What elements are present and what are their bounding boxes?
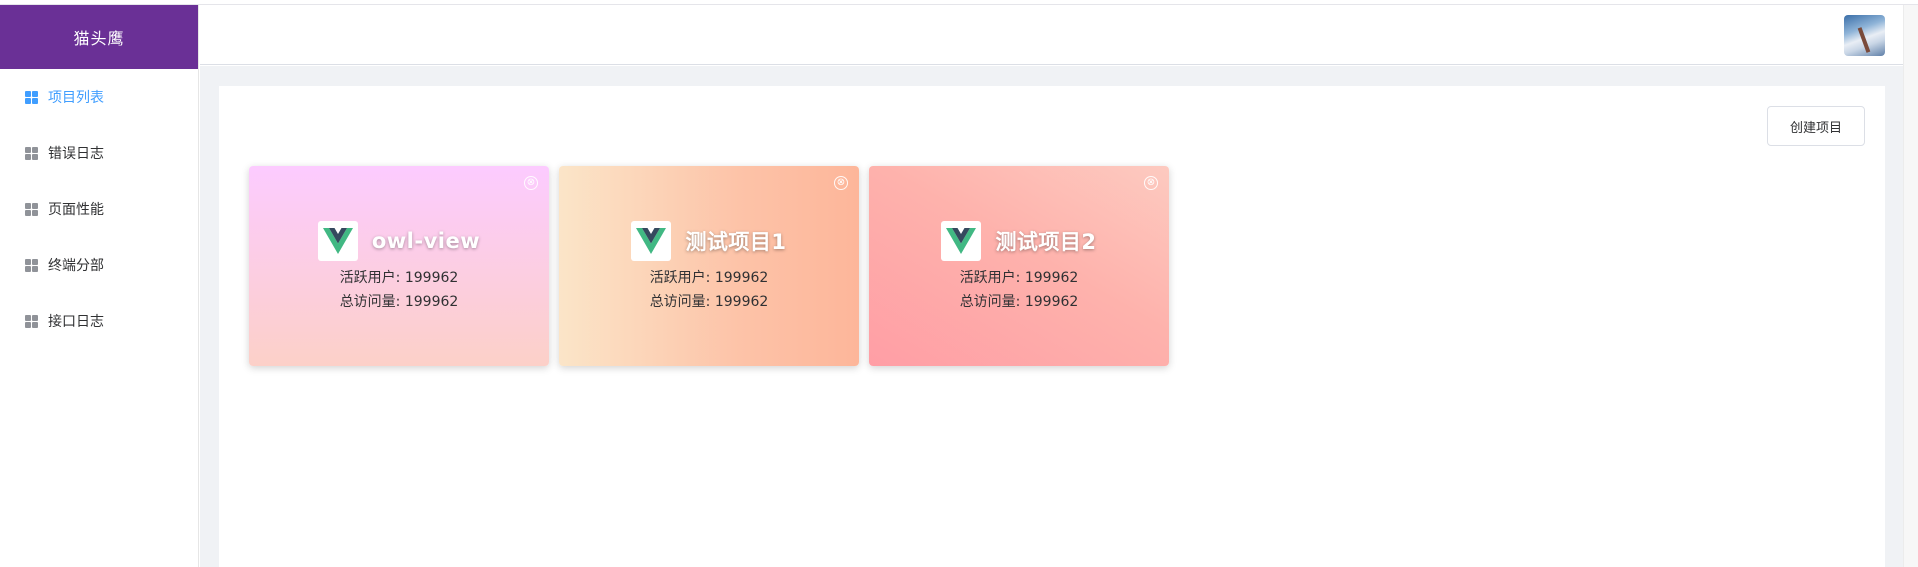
project-name: 测试项目1 xyxy=(685,230,787,254)
sidebar-item-label: 项目列表 xyxy=(48,90,104,106)
sidebar-item-error-log[interactable]: 错误日志 xyxy=(0,125,198,181)
sidebar: 猫头鹰 项目列表 错误日志 页面性能 终端分部 接口日志 xyxy=(0,5,199,567)
brand-logo[interactable]: 猫头鹰 xyxy=(0,5,198,69)
close-icon[interactable]: ⊗ xyxy=(834,176,848,190)
card-title-row: 测试项目1 xyxy=(631,221,786,261)
sidebar-item-label: 终端分部 xyxy=(48,258,104,274)
project-name: owl-view xyxy=(371,229,481,253)
project-card-list: ⊗ owl-view 活跃用户: 199962 总访问量: 199962 ⊗ 测… xyxy=(249,166,1169,366)
close-icon[interactable]: ⊗ xyxy=(524,176,538,190)
sidebar-item-api-log[interactable]: 接口日志 xyxy=(0,293,198,349)
sidebar-item-project-list[interactable]: 项目列表 xyxy=(0,69,198,125)
card-title-row: owl-view xyxy=(317,221,481,261)
top-header xyxy=(200,5,1903,65)
grid-icon xyxy=(25,202,38,216)
active-users-stat: 活跃用户: 199962 xyxy=(649,270,769,286)
sidebar-item-terminal-distribution[interactable]: 终端分部 xyxy=(0,237,198,293)
sidebar-item-label: 错误日志 xyxy=(48,146,104,162)
grid-icon xyxy=(25,146,38,160)
sidebar-menu: 项目列表 错误日志 页面性能 终端分部 接口日志 xyxy=(0,69,198,349)
grid-icon xyxy=(25,90,38,104)
project-panel: 创建项目 ⊗ owl-view 活跃用户: 199962 总访问量: 19996… xyxy=(219,86,1885,567)
total-visits-stat: 总访问量: 199962 xyxy=(339,294,459,310)
project-card[interactable]: ⊗ 测试项目1 活跃用户: 199962 总访问量: 199962 xyxy=(559,166,859,366)
sidebar-item-label: 页面性能 xyxy=(48,202,104,218)
close-icon[interactable]: ⊗ xyxy=(1144,176,1158,190)
total-visits-stat: 总访问量: 199962 xyxy=(649,294,769,310)
app-root: 猫头鹰 项目列表 错误日志 页面性能 终端分部 接口日志 创建项目 ⊗ owl-… xyxy=(0,0,1918,567)
active-users-stat: 活跃用户: 199962 xyxy=(959,270,1079,286)
vue-logo-icon xyxy=(317,221,358,261)
project-card[interactable]: ⊗ owl-view 活跃用户: 199962 总访问量: 199962 xyxy=(249,166,549,366)
user-avatar[interactable] xyxy=(1844,15,1885,56)
active-users-stat: 活跃用户: 199962 xyxy=(339,270,459,286)
sidebar-item-label: 接口日志 xyxy=(48,314,104,330)
main-content: 创建项目 ⊗ owl-view 活跃用户: 199962 总访问量: 19996… xyxy=(200,66,1903,567)
vue-logo-icon xyxy=(631,221,672,261)
create-project-button[interactable]: 创建项目 xyxy=(1767,106,1865,146)
grid-icon xyxy=(25,258,38,272)
vue-logo-icon xyxy=(941,221,982,261)
sidebar-item-page-performance[interactable]: 页面性能 xyxy=(0,181,198,237)
project-name: 测试项目2 xyxy=(995,230,1097,254)
page-scrollbar[interactable] xyxy=(1903,5,1918,567)
card-title-row: 测试项目2 xyxy=(941,221,1096,261)
project-card[interactable]: ⊗ 测试项目2 活跃用户: 199962 总访问量: 199962 xyxy=(869,166,1169,366)
grid-icon xyxy=(25,314,38,328)
total-visits-stat: 总访问量: 199962 xyxy=(959,294,1079,310)
